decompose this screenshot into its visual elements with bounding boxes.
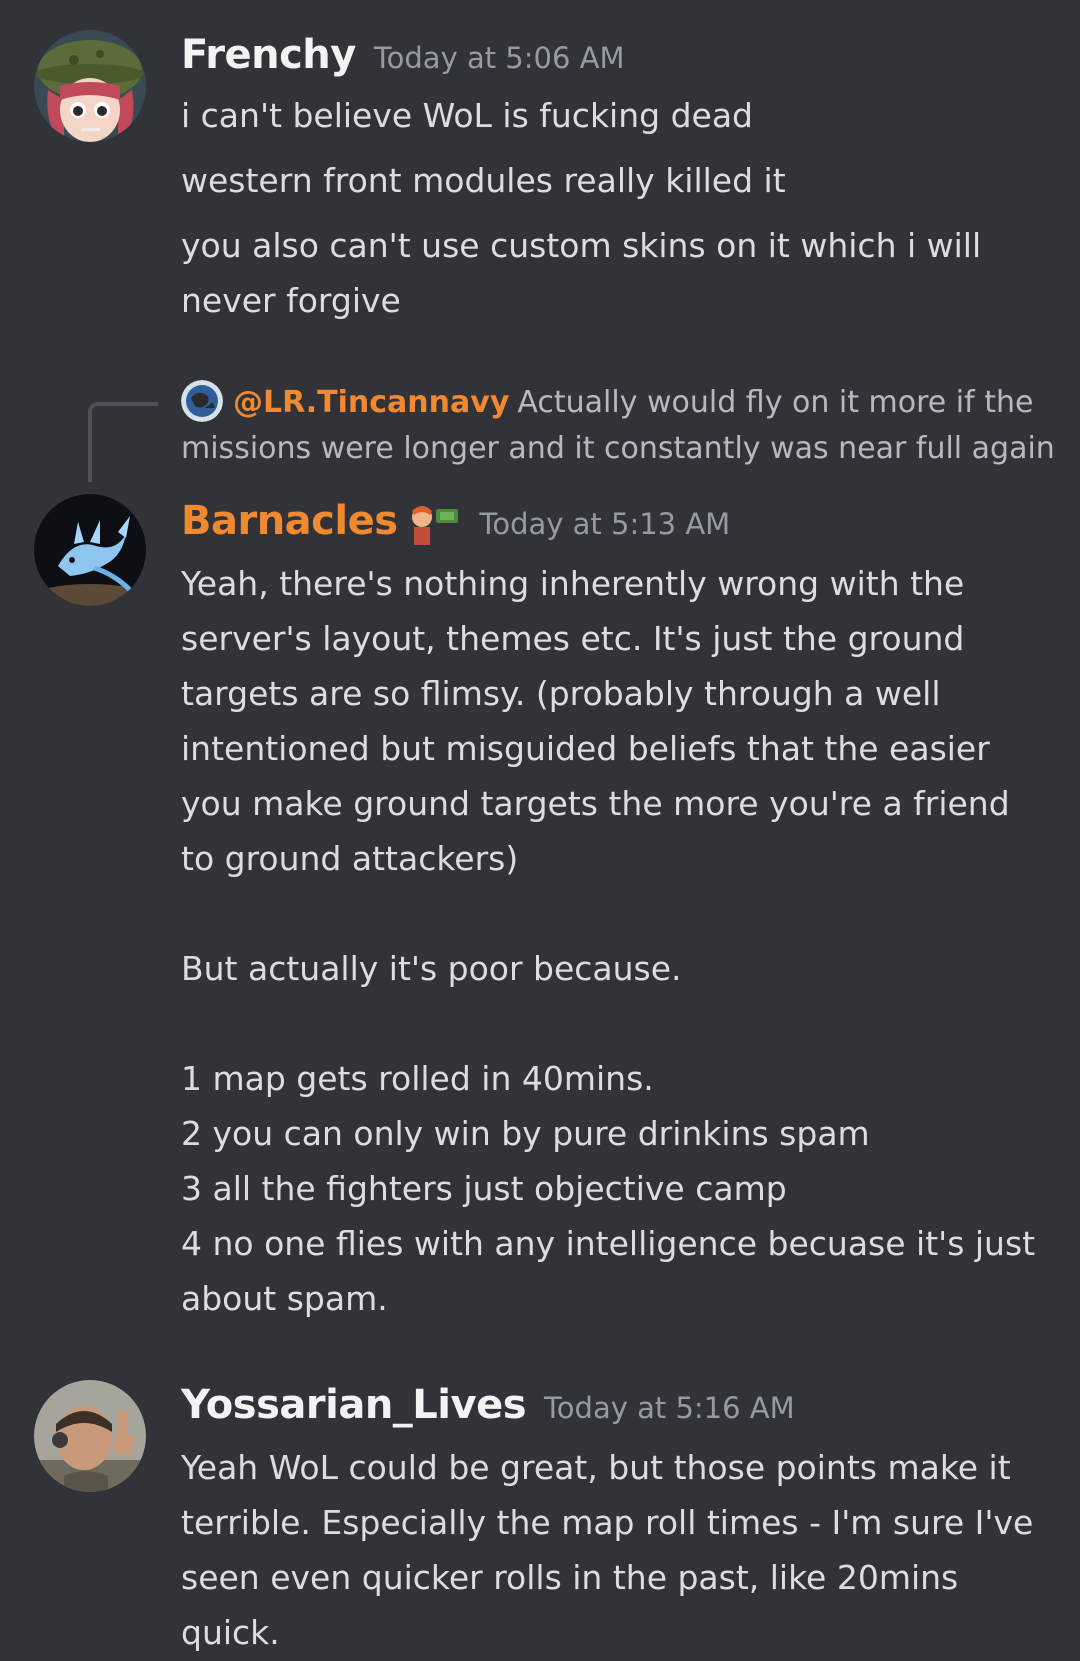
reply-avatar	[181, 379, 223, 422]
avatar[interactable]	[34, 30, 146, 142]
message-line: But actually it's poor because.	[181, 949, 682, 988]
blue-dragon-avatar-icon	[34, 494, 146, 606]
message-line: 3 all the fighters just objective camp	[181, 1169, 787, 1208]
message-line: intentioned but misguided beliefs that t…	[181, 729, 990, 768]
globe-icon	[181, 379, 223, 422]
message-line: western front modules really killed it	[181, 161, 786, 200]
reply-mention[interactable]: @LR.Tincannavy	[233, 385, 509, 420]
message-line: i can't believe WoL is fucking dead	[181, 96, 753, 135]
message-line: 2 you can only win by pure drinkins spam	[181, 1114, 870, 1153]
message-line: targets are so flimsy. (probably through…	[181, 674, 941, 713]
message-line: you make ground targets the more you're …	[181, 784, 1010, 823]
reply-preview[interactable]: @LR.Tincannavy Actually would fly on it m…	[181, 379, 1061, 472]
message-line: never forgive	[181, 281, 401, 320]
message-line: quick.	[181, 1613, 280, 1652]
message-line: server's layout, themes etc. It's just t…	[181, 619, 965, 658]
username[interactable]: Frenchy	[181, 32, 356, 78]
reply-spine	[88, 402, 158, 482]
message-line: Yeah WoL could be great, but those point…	[181, 1448, 1011, 1487]
message-line: to ground attackers)	[181, 839, 519, 878]
helmet-girl-avatar-icon	[34, 30, 146, 142]
message-line: about spam.	[181, 1279, 388, 1318]
timestamp: Today at 5:06 AM	[373, 41, 625, 75]
message-line: 1 map gets rolled in 40mins.	[181, 1059, 654, 1098]
avatar[interactable]	[34, 1380, 146, 1492]
message-line: seen even quicker rolls in the past, lik…	[181, 1558, 959, 1597]
username[interactable]: Barnacles	[181, 498, 398, 544]
timestamp: Today at 5:16 AM	[544, 1391, 795, 1425]
reply-text: Actually would fly on it more if the	[517, 385, 1034, 420]
pilot-avatar-icon	[34, 1380, 146, 1492]
timestamp: Today at 5:13 AM	[479, 507, 731, 541]
fry-money-icon	[408, 503, 462, 549]
message-line: terrible. Especially the map roll times …	[181, 1503, 1034, 1542]
message-line: 4 no one flies with any intelligence bec…	[181, 1224, 1036, 1263]
reply-text: missions were longer and it constantly w…	[181, 431, 1055, 466]
avatar[interactable]	[34, 494, 146, 606]
username[interactable]: Yossarian_Lives	[181, 1382, 527, 1428]
message-line: you also can't use custom skins on it wh…	[181, 226, 982, 265]
message-line: Yeah, there's nothing inherently wrong w…	[181, 564, 965, 603]
